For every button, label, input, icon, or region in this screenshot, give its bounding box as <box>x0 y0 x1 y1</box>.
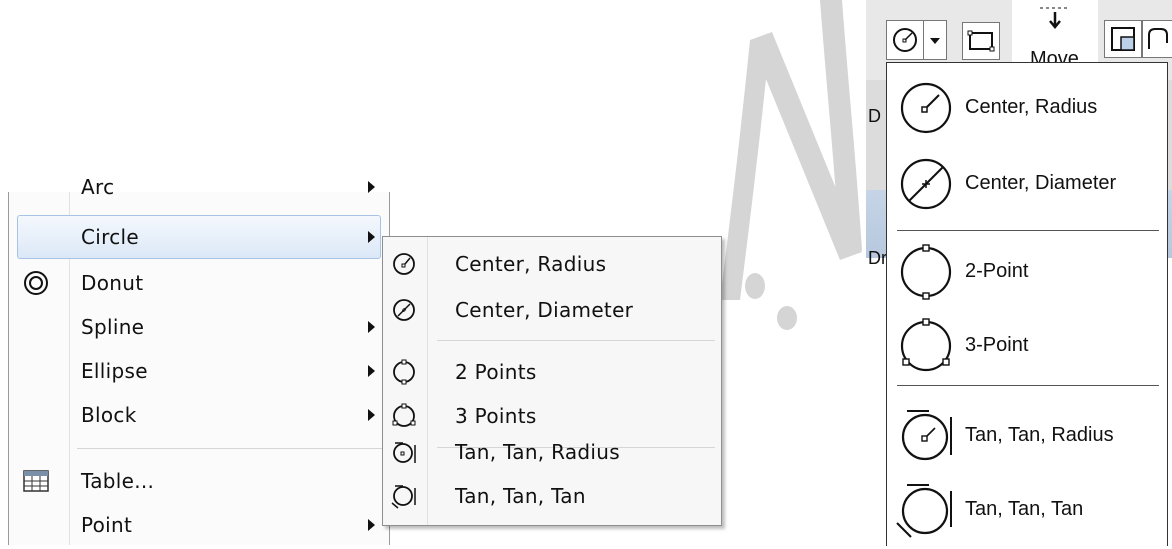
menu-item-spline[interactable]: Spline <box>9 304 389 350</box>
circle-dropdown-menu: Center, Radius Center, Diameter 2-Point <box>886 62 1168 546</box>
menu-item-circle[interactable]: Circle <box>9 214 389 260</box>
menu-item-label: Spline <box>81 315 145 339</box>
move-arrow-icon <box>1040 7 1070 29</box>
table-icon <box>23 470 49 492</box>
submenu-arrow-icon <box>368 321 375 333</box>
draw-panel-label-partial: D <box>868 106 881 126</box>
menu-item-ellipse[interactable]: Ellipse <box>9 348 389 394</box>
menu-item-donut[interactable]: Donut <box>9 260 389 306</box>
draw-tab-label-partial: Dr <box>868 248 887 268</box>
stretch-icon <box>1148 28 1168 49</box>
circle-center-radius-icon <box>900 82 952 134</box>
dropdown-item-tan-tan-radius[interactable]: Tan, Tan, Radius <box>887 395 1167 475</box>
draw-menu: Arc Circle Donut Spline Ellipse Block Ta… <box>8 175 390 548</box>
circle-3-point-icon <box>900 318 952 372</box>
dropdown-item-3-point[interactable]: 3-Point <box>887 305 1167 385</box>
window-icon <box>1111 27 1135 51</box>
dropdown-separator <box>897 385 1159 386</box>
menu-item-arc[interactable]: Arc <box>9 164 389 210</box>
chevron-down-icon <box>930 38 940 44</box>
circle-2-points-icon <box>393 359 415 385</box>
submenu-item-tan-tan-tan[interactable]: Tan, Tan, Tan <box>383 473 721 519</box>
menu-item-point[interactable]: Point <box>9 502 389 548</box>
dropdown-item-label: 2-Point <box>965 260 1029 282</box>
menu-item-table[interactable]: Table... <box>9 458 389 504</box>
submenu-separator <box>437 340 715 341</box>
menu-item-label: Point <box>81 513 133 537</box>
submenu-item-label: Center, Diameter <box>455 298 634 322</box>
dropdown-item-label: Tan, Tan, Tan <box>965 498 1084 520</box>
submenu-arrow-icon <box>368 181 375 193</box>
layer-tool-button[interactable] <box>1104 20 1142 58</box>
circle-2-point-icon <box>900 244 952 300</box>
submenu-arrow-icon <box>368 519 375 531</box>
circle-tan-tan-tan-icon <box>391 485 416 509</box>
menu-item-label: Ellipse <box>81 359 148 383</box>
submenu-item-label: Tan, Tan, Tan <box>455 484 586 508</box>
menu-separator <box>77 448 383 449</box>
rectangle-icon <box>967 30 995 52</box>
circle-tan-tan-tan-icon <box>896 484 952 538</box>
submenu-arrow-icon <box>368 409 375 421</box>
circle-center-radius-icon <box>393 253 415 275</box>
submenu-item-label: 2 Points <box>455 360 537 384</box>
menu-item-block[interactable]: Block <box>9 392 389 438</box>
dropdown-item-label: 3-Point <box>965 334 1029 356</box>
stretch-tool-button[interactable] <box>1142 20 1172 58</box>
dropdown-item-label: Tan, Tan, Radius <box>965 424 1114 446</box>
submenu-item-label: Center, Radius <box>455 252 607 276</box>
menu-item-highlight <box>17 215 381 259</box>
submenu-item-center-diameter[interactable]: Center, Diameter <box>383 287 721 333</box>
circle-3-points-icon <box>392 403 416 427</box>
circle-submenu: Center, Radius Center, Diameter 2 Points… <box>382 236 722 526</box>
circle-tan-tan-radius-icon <box>393 442 416 463</box>
menu-item-label: Table... <box>81 469 155 493</box>
dropdown-item-tan-tan-tan[interactable]: Tan, Tan, Tan <box>887 469 1167 549</box>
circle-center-diameter-icon <box>900 158 952 210</box>
submenu-item-center-radius[interactable]: Center, Radius <box>383 241 721 287</box>
menu-item-label: Block <box>81 403 137 427</box>
dropdown-item-label: Center, Radius <box>965 96 1098 118</box>
submenu-item-tan-tan-radius[interactable]: Tan, Tan, Radius <box>383 429 721 475</box>
circle-center-diameter-icon <box>393 299 415 321</box>
ribbon-panel: Move D dif Dr Center, Radius <box>866 0 1172 546</box>
submenu-item-2-points[interactable]: 2 Points <box>383 349 721 395</box>
dropdown-item-center-diameter[interactable]: Center, Diameter <box>887 143 1167 223</box>
circle-tool-icon <box>893 28 917 52</box>
circle-dropdown-button[interactable] <box>923 20 947 60</box>
submenu-arrow-icon <box>368 365 375 377</box>
menu-item-label: Donut <box>81 271 144 295</box>
circle-tan-tan-radius-icon <box>901 410 952 461</box>
rectangle-tool-button[interactable] <box>962 22 1000 60</box>
menu-item-label: Arc <box>81 175 115 199</box>
dropdown-item-label: Center, Diameter <box>965 172 1117 194</box>
menu-item-label: Circle <box>81 225 139 249</box>
dropdown-item-center-radius[interactable]: Center, Radius <box>887 67 1167 147</box>
dropdown-item-2-point[interactable]: 2-Point <box>887 231 1167 311</box>
donut-icon <box>24 271 48 295</box>
submenu-item-label: Tan, Tan, Radius <box>455 440 620 464</box>
circle-tool-button[interactable] <box>886 20 924 60</box>
submenu-arrow-icon <box>368 231 375 243</box>
